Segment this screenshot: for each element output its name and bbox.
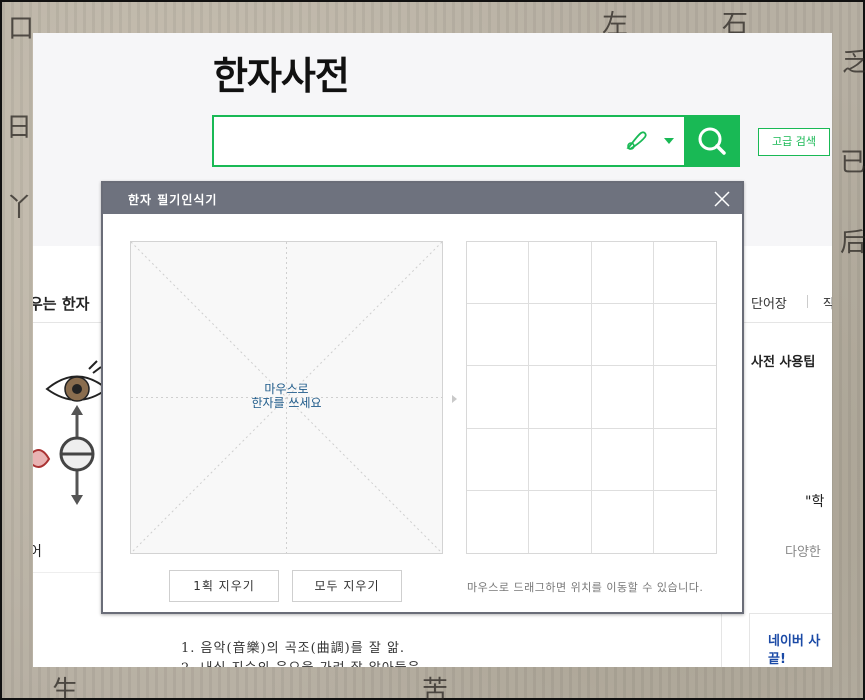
search-input[interactable]	[212, 115, 686, 167]
drawing-pad[interactable]: 마우스로 한자를 쓰세요	[130, 241, 443, 554]
candidate-cell[interactable]	[653, 428, 716, 491]
candidate-cell[interactable]	[467, 242, 530, 305]
sidebar-banner-link[interactable]: 네이버 사 끝!	[768, 633, 820, 667]
candidate-grid	[466, 241, 717, 554]
background-decoration: 口	[8, 14, 35, 44]
arrow-right-icon	[452, 395, 457, 403]
handwriting-pen-icon[interactable]	[624, 129, 650, 153]
candidate-cell[interactable]	[467, 490, 530, 553]
drawing-pad-hint: 마우스로 한자를 쓰세요	[131, 382, 442, 410]
candidate-cell[interactable]	[467, 366, 530, 429]
dialog-title: 한자 필기인식기	[128, 193, 218, 207]
candidate-cell[interactable]	[529, 490, 592, 553]
definition-line: 2. 내심 지순의 음으을 가려 잘 알아들음	[181, 657, 421, 667]
candidate-cell[interactable]	[529, 242, 592, 305]
hint-line-1: 마우스로	[264, 382, 309, 396]
background-decoration: 生	[52, 676, 79, 700]
candidate-cell[interactable]	[467, 428, 530, 491]
candidate-cell[interactable]	[591, 304, 654, 367]
nav-divider	[807, 295, 808, 308]
candidate-cell[interactable]	[529, 428, 592, 491]
candidate-cell[interactable]	[467, 304, 530, 367]
clear-one-stroke-button[interactable]: 1획 지우기	[169, 570, 279, 602]
candidate-cell[interactable]	[591, 366, 654, 429]
candidate-cell[interactable]	[529, 366, 592, 429]
background-decoration: 后	[840, 228, 865, 258]
banner-line-1: 네이버 사	[768, 634, 821, 649]
nav-label-left[interactable]: 우는 한자	[33, 293, 89, 314]
background-decoration: 乏	[842, 48, 865, 78]
page-title: 한자사전	[213, 54, 350, 98]
sidebar-title: 사전 사용팁	[751, 355, 816, 370]
section-heading-left: 어	[33, 544, 42, 560]
sidebar-quote: "학	[805, 494, 825, 510]
handwriting-recognizer-dialog[interactable]: 한자 필기인식기 마우스로 한자를 쓰세요 1획 지우기 모두 지우기 마우스로…	[101, 181, 744, 614]
nav-item-wordbook[interactable]: 단어장	[751, 293, 787, 312]
nav-item-next[interactable]: 작	[823, 293, 832, 312]
candidate-cell[interactable]	[529, 304, 592, 367]
candidate-cell[interactable]	[591, 490, 654, 553]
background-decoration: 日	[6, 113, 33, 143]
dialog-header[interactable]: 한자 필기인식기	[103, 183, 742, 214]
search-button[interactable]	[685, 115, 740, 167]
banner-line-2: 끝!	[768, 652, 786, 667]
background-decoration: 苦	[422, 676, 449, 700]
candidate-cell[interactable]	[653, 242, 716, 305]
hint-line-2: 한자를 쓰세요	[251, 396, 322, 410]
candidate-cell[interactable]	[653, 304, 716, 367]
clear-all-button[interactable]: 모두 지우기	[292, 570, 402, 602]
chevron-down-icon[interactable]	[664, 138, 674, 144]
candidate-cell[interactable]	[591, 428, 654, 491]
advanced-search-button[interactable]: 고급 검색	[758, 128, 830, 156]
candidate-cell[interactable]	[653, 366, 716, 429]
search-icon	[698, 127, 726, 155]
background-decoration: 已	[840, 148, 865, 178]
candidate-cell[interactable]	[591, 242, 654, 305]
background-decoration: 丫	[6, 193, 33, 223]
definition-line: 1. 음악(音樂)의 곡조(曲調)를 잘 앎.	[181, 641, 406, 656]
close-icon[interactable]	[712, 189, 732, 209]
candidate-cell[interactable]	[653, 490, 716, 553]
sidebar-description: 다양한	[785, 545, 821, 560]
drag-hint-text: 마우스로 드래그하면 위치를 이동할 수 있습니다.	[467, 581, 704, 594]
